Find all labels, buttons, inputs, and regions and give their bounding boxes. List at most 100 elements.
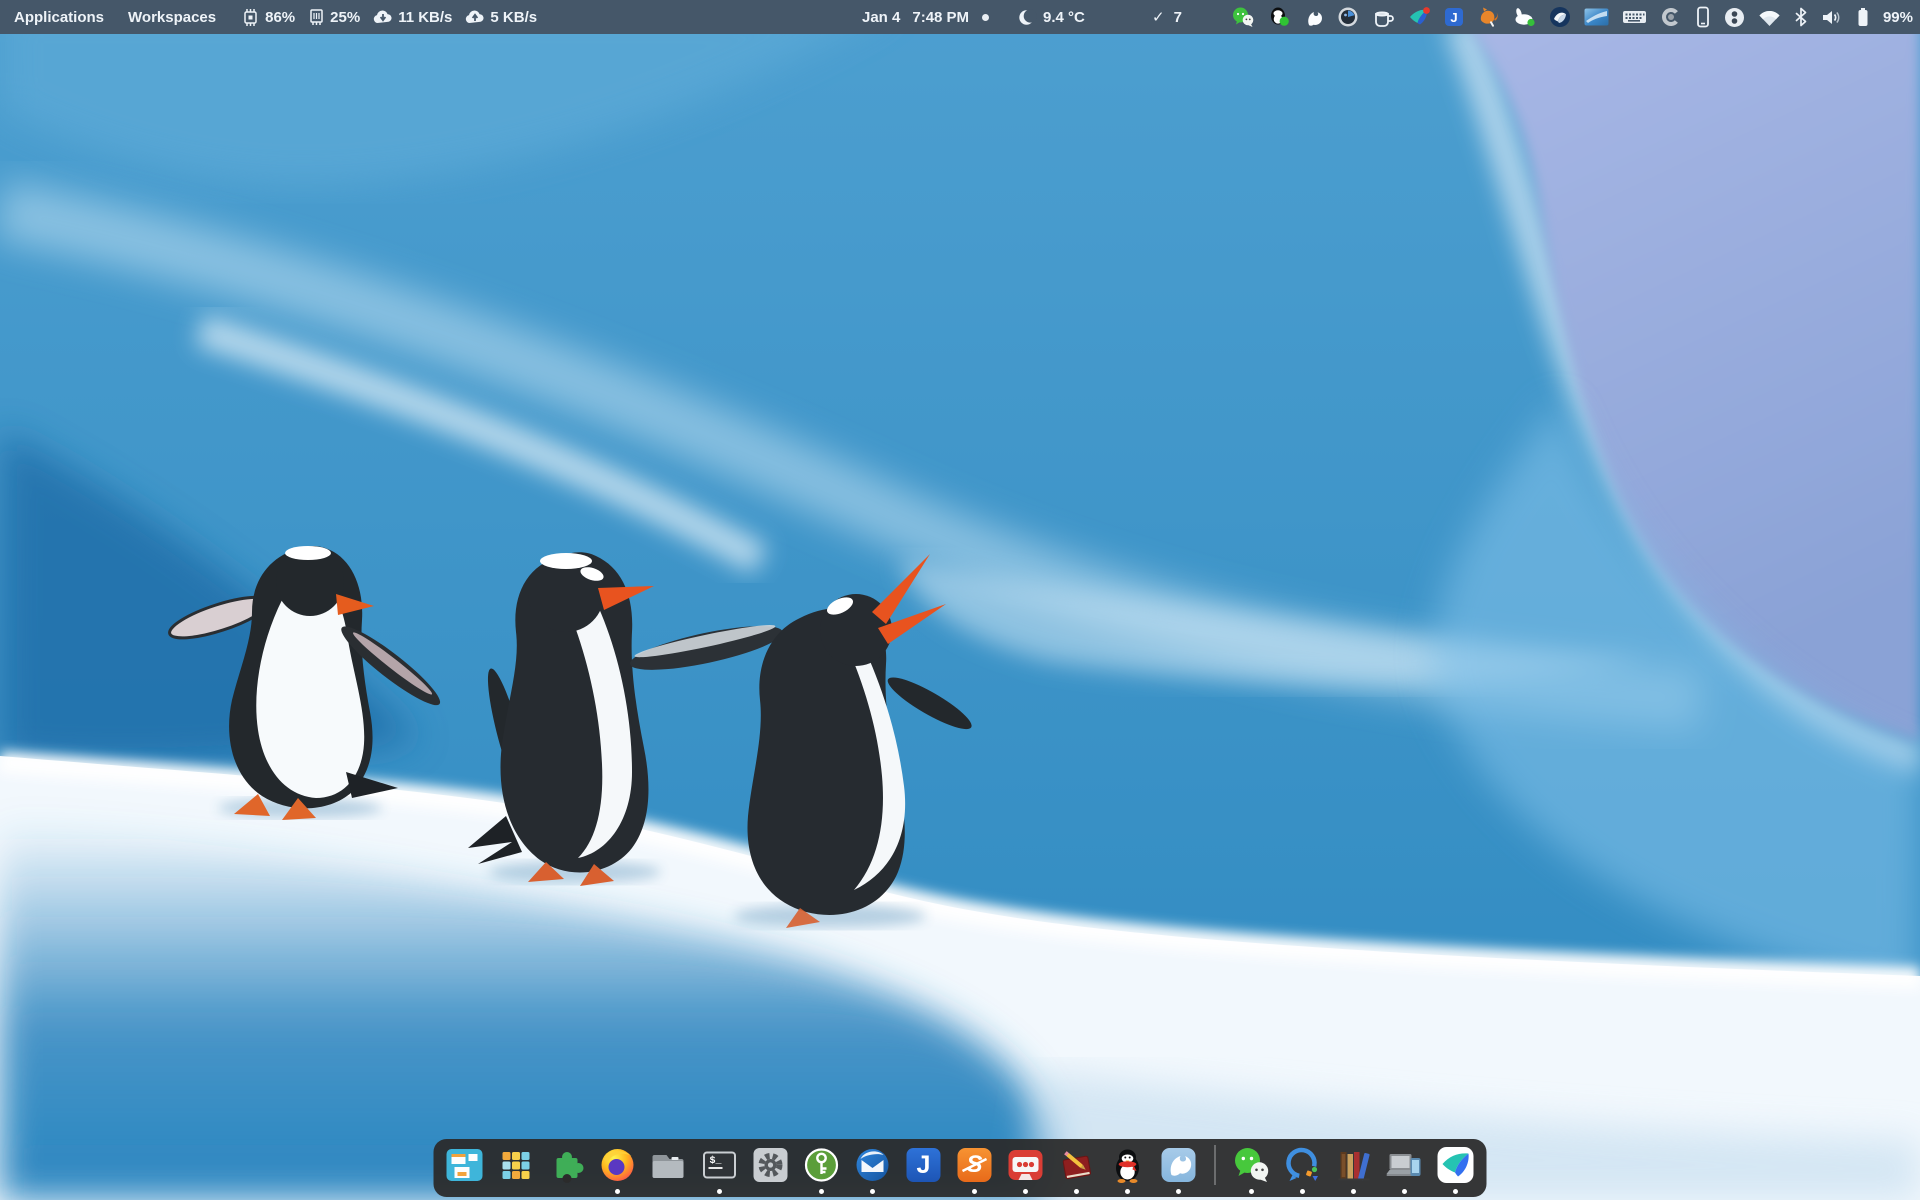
dock-firefox[interactable]: [598, 1145, 638, 1185]
puzzle-icon: [547, 1145, 587, 1185]
moon-icon: [1018, 8, 1037, 27]
cpu-icon: [241, 8, 260, 27]
dock-keepassxc[interactable]: [802, 1145, 842, 1185]
thunderbird-icon: [853, 1145, 893, 1185]
app-grid-icon: [496, 1145, 536, 1185]
dock-terminal[interactable]: $_: [700, 1145, 740, 1185]
dock-app-grid[interactable]: [496, 1145, 536, 1185]
bird-circle-tray-icon[interactable]: [1549, 6, 1571, 28]
running-indicator: [615, 1189, 620, 1194]
joplin-tray-glyph: J: [1450, 10, 1457, 25]
running-indicator: [1351, 1189, 1356, 1194]
running-indicator: [1249, 1189, 1254, 1194]
top-panel: Applications Workspaces 86%: [0, 0, 1920, 34]
wechat-tray-icon[interactable]: [1231, 6, 1255, 28]
running-indicator: [870, 1189, 875, 1194]
clock-time: 7:48 PM: [912, 9, 969, 26]
running-indicator: [1074, 1189, 1079, 1194]
feishu-icon: [1436, 1145, 1476, 1185]
dock: $_: [434, 1139, 1487, 1197]
dock-tim[interactable]: [1283, 1145, 1323, 1185]
check-icon: ✓: [1152, 8, 1165, 26]
dock-separator: [1215, 1145, 1216, 1185]
wallpaper-thumbnail-tray-icon[interactable]: [1584, 8, 1609, 26]
download-icon: [373, 10, 393, 25]
status-dot[interactable]: [982, 14, 989, 21]
dock-joplin[interactable]: J: [904, 1145, 944, 1185]
dock-file-manager[interactable]: [649, 1145, 689, 1185]
wallpaper-penguins: [0, 0, 1920, 1200]
dock-wechat[interactable]: [1232, 1145, 1272, 1185]
dock-thunderbird[interactable]: [853, 1145, 893, 1185]
volume-icon[interactable]: [1821, 8, 1843, 27]
keyboard-tray-icon[interactable]: [1622, 8, 1647, 26]
clock[interactable]: Jan 4 7:48 PM: [862, 0, 969, 34]
white-cat-tray-icon[interactable]: [1303, 7, 1324, 28]
feishu-notification-tray-icon[interactable]: [1408, 6, 1431, 28]
grey-swirl-tray-icon[interactable]: [1660, 6, 1682, 28]
download-stat[interactable]: 11 KB/s: [373, 9, 452, 26]
system-tray: J: [1231, 0, 1913, 34]
dock-settings[interactable]: [751, 1145, 791, 1185]
rabbit-tray-icon[interactable]: [1513, 6, 1536, 28]
laptop-phone-icon: [1385, 1145, 1425, 1185]
cassette-icon: [1006, 1145, 1046, 1185]
memory-stat[interactable]: 25%: [308, 8, 360, 27]
tim-icon: [1283, 1145, 1323, 1185]
cpu-stat[interactable]: 86%: [241, 8, 295, 27]
joplin-glyph: J: [904, 1145, 944, 1185]
dock-phone-mirror[interactable]: [1385, 1145, 1425, 1185]
dolphin-notes-icon: [1159, 1145, 1199, 1185]
running-indicator: [972, 1189, 977, 1194]
upload-icon: [465, 10, 485, 25]
shutter-glyph: S: [955, 1145, 995, 1185]
folder-icon: [649, 1145, 689, 1185]
battery-percent: 99%: [1883, 9, 1913, 26]
running-indicator: [1176, 1189, 1181, 1194]
keepassxc-icon: [802, 1145, 842, 1185]
wifi-icon[interactable]: [1758, 8, 1781, 27]
upload-stat[interactable]: 5 KB/s: [465, 9, 537, 26]
dock-calibre[interactable]: [1334, 1145, 1374, 1185]
clock-date: Jan 4: [862, 9, 900, 26]
memory-icon: [308, 8, 325, 27]
dock-tape-recorder[interactable]: [1006, 1145, 1046, 1185]
dock-rednotebook[interactable]: [1057, 1145, 1097, 1185]
dock-notes-dolphin[interactable]: [1159, 1145, 1199, 1185]
dock-feishu[interactable]: [1436, 1145, 1476, 1185]
dock-workspaces-switcher[interactable]: [445, 1145, 485, 1185]
bluetooth-icon[interactable]: [1794, 7, 1808, 27]
upload-value: 5 KB/s: [490, 9, 537, 26]
wechat-icon: [1232, 1145, 1272, 1185]
screen-lens-tray-icon[interactable]: [1337, 6, 1359, 28]
applications-menu[interactable]: Applications: [2, 0, 116, 34]
dock-qq[interactable]: [1108, 1145, 1148, 1185]
workspaces-menu-label: Workspaces: [128, 9, 216, 26]
firefox-icon: [598, 1145, 638, 1185]
coffee-mug-tray-icon[interactable]: [1372, 7, 1395, 28]
dock-extensions[interactable]: [547, 1145, 587, 1185]
running-indicator: [1402, 1189, 1407, 1194]
joplin-tray-icon[interactable]: J: [1444, 7, 1464, 27]
applications-menu-label: Applications: [14, 9, 104, 26]
download-value: 11 KB/s: [398, 9, 452, 26]
dots-circle-tray-icon[interactable]: [1724, 7, 1745, 28]
running-indicator: [717, 1189, 722, 1194]
running-indicator: [1023, 1189, 1028, 1194]
cpu-value: 86%: [265, 9, 295, 26]
dock-shutter[interactable]: S: [955, 1145, 995, 1185]
tasks-count: 7: [1174, 9, 1182, 26]
phone-tray-icon[interactable]: [1695, 6, 1711, 28]
calibre-icon: [1334, 1145, 1374, 1185]
workspaces-menu[interactable]: Workspaces: [116, 0, 228, 34]
fox-tray-icon[interactable]: [1477, 6, 1500, 28]
terminal-glyph: $_: [700, 1145, 740, 1185]
battery-icon[interactable]: [1856, 7, 1870, 28]
gear-icon: [751, 1145, 791, 1185]
qq-tray-icon[interactable]: [1268, 6, 1290, 28]
weather-indicator[interactable]: 9.4 °C: [1018, 0, 1085, 34]
running-indicator: [1125, 1189, 1130, 1194]
tasks-indicator[interactable]: ✓ 7: [1152, 0, 1182, 34]
memory-value: 25%: [330, 9, 360, 26]
running-indicator: [1453, 1189, 1458, 1194]
